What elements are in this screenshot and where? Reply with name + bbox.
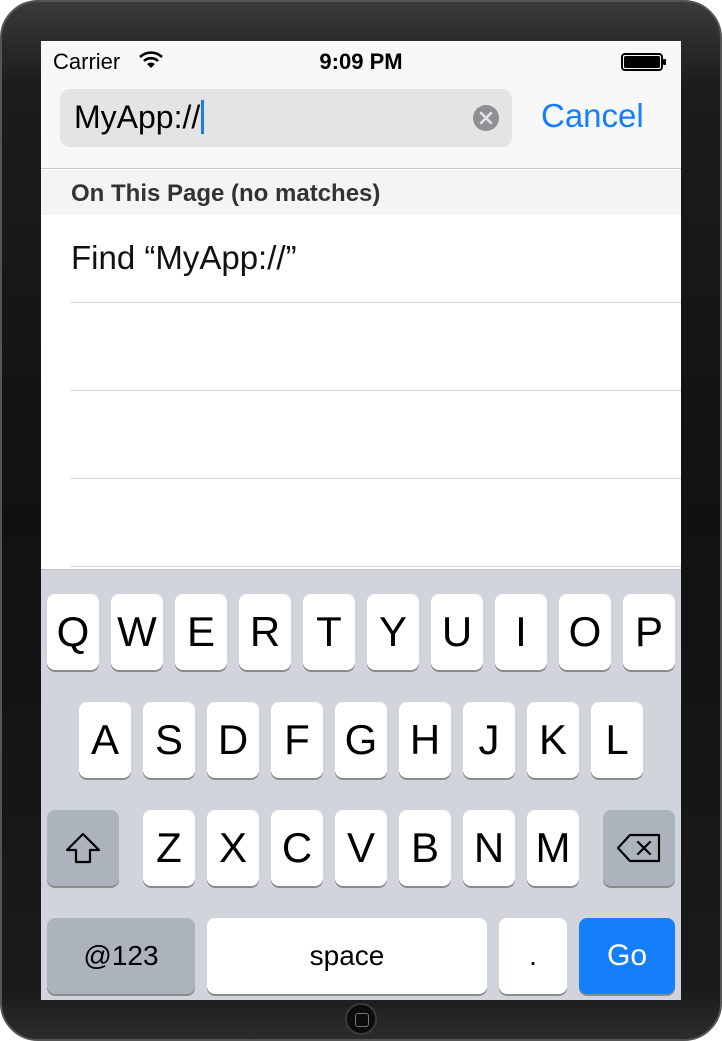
go-key[interactable]: Go [579, 918, 675, 994]
key-i[interactable]: I [495, 594, 547, 670]
battery-icon [621, 53, 666, 71]
numbers-key[interactable]: @123 [47, 918, 195, 994]
delete-icon [616, 833, 661, 863]
key-a[interactable]: A [79, 702, 131, 778]
list-item [41, 303, 681, 391]
key-t[interactable]: T [303, 594, 355, 670]
key-u[interactable]: U [431, 594, 483, 670]
key-j[interactable]: J [463, 702, 515, 778]
status-time: 9:09 PM [319, 49, 403, 74]
key-z[interactable]: Z [143, 810, 195, 886]
status-bar: Carrier 9:09 PM [41, 41, 681, 81]
key-k[interactable]: K [527, 702, 579, 778]
cancel-button[interactable]: Cancel [541, 97, 644, 135]
key-m[interactable]: M [527, 810, 579, 886]
find-on-page-row[interactable]: Find “MyApp://” [41, 215, 681, 303]
period-key[interactable]: . [499, 918, 567, 994]
key-o[interactable]: O [559, 594, 611, 670]
screen: Carrier 9:09 PM MyApp:// Cancel On This … [41, 41, 681, 1000]
key-w[interactable]: W [111, 594, 163, 670]
key-l[interactable]: L [591, 702, 643, 778]
key-q[interactable]: Q [47, 594, 99, 670]
home-button[interactable] [345, 1003, 377, 1035]
text-caret [201, 100, 205, 134]
keyboard: Q W E R T Y U I O P A S D F G H J K L Z … [41, 569, 681, 1000]
key-d[interactable]: D [207, 702, 259, 778]
key-g[interactable]: G [335, 702, 387, 778]
key-b[interactable]: B [399, 810, 451, 886]
key-x[interactable]: X [207, 810, 259, 886]
key-v[interactable]: V [335, 810, 387, 886]
space-key[interactable]: space [207, 918, 487, 994]
list-item [41, 479, 681, 567]
section-header-label: On This Page (no matches) [71, 180, 381, 207]
section-header: On This Page (no matches) [41, 170, 681, 215]
key-n[interactable]: N [463, 810, 515, 886]
search-input-text: MyApp:// [74, 99, 205, 136]
key-p[interactable]: P [623, 594, 675, 670]
search-input-value: MyApp:// [74, 99, 201, 135]
shift-icon [65, 832, 101, 864]
clear-icon[interactable] [472, 104, 500, 132]
key-r[interactable]: R [239, 594, 291, 670]
list-item [41, 391, 681, 479]
device-frame: Carrier 9:09 PM MyApp:// Cancel On This … [0, 0, 722, 1041]
key-y[interactable]: Y [367, 594, 419, 670]
key-c[interactable]: C [271, 810, 323, 886]
key-e[interactable]: E [175, 594, 227, 670]
search-header: MyApp:// Cancel [41, 81, 681, 169]
key-f[interactable]: F [271, 702, 323, 778]
key-s[interactable]: S [143, 702, 195, 778]
delete-key[interactable] [603, 810, 675, 886]
find-on-page-label: Find “MyApp://” [71, 239, 297, 276]
result-list: Find “MyApp://” [41, 215, 681, 567]
key-h[interactable]: H [399, 702, 451, 778]
shift-key[interactable] [47, 810, 119, 886]
search-input[interactable]: MyApp:// [60, 89, 512, 147]
